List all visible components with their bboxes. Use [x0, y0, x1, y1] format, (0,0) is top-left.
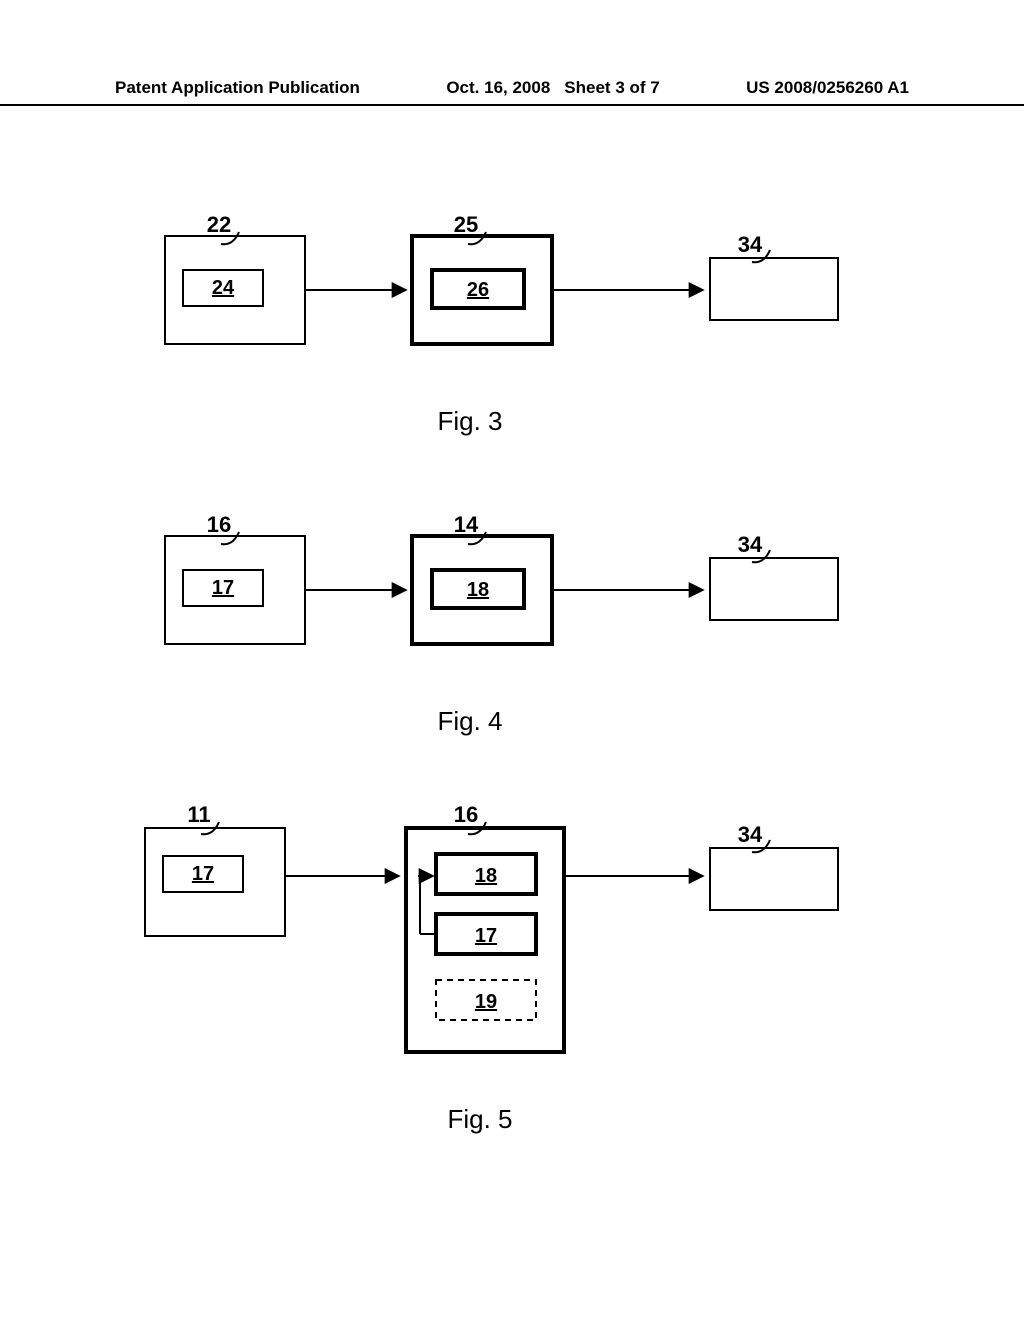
- fig5-inner-19-label: 19: [475, 991, 497, 1013]
- fig4-box-34: [710, 558, 838, 620]
- fig5-inner-18-label: 18: [475, 865, 497, 887]
- fig3-ref-22: 22: [207, 212, 231, 237]
- fig5-ref-11: 11: [187, 802, 210, 827]
- fig3-box-22: [165, 236, 305, 344]
- fig4-group: 16 17 14 18 34 Fig. 4: [165, 512, 838, 736]
- fig5-inner-17b-label: 17: [475, 925, 497, 947]
- fig4-inner-18-label: 18: [467, 579, 489, 601]
- fig3-inner-26-label: 26: [467, 279, 489, 301]
- fig5-ref-34: 34: [738, 822, 763, 847]
- fig3-inner-24-label: 24: [212, 277, 235, 299]
- fig5-box-11: [145, 828, 285, 936]
- fig5-ref-16: 16: [454, 802, 478, 827]
- fig4-box-16: [165, 536, 305, 644]
- fig4-inner-17-label: 17: [212, 577, 234, 599]
- fig3-ref-25: 25: [454, 212, 478, 237]
- fig3-ref-34: 34: [738, 232, 763, 257]
- fig5-box-34: [710, 848, 838, 910]
- fig5-group: 11 17 16 18 17 19: [145, 802, 838, 1134]
- fig3-caption: Fig. 3: [437, 406, 502, 436]
- fig4-ref-34: 34: [738, 532, 763, 557]
- fig3-group: 22 24 25 26 34 Fig. 3: [165, 212, 838, 436]
- fig4-ref-16: 16: [207, 512, 231, 537]
- diagram-canvas: 22 24 25 26 34 Fig. 3 16: [0, 0, 1024, 1320]
- fig3-box-34: [710, 258, 838, 320]
- fig4-ref-14: 14: [454, 512, 479, 537]
- fig4-caption: Fig. 4: [437, 706, 502, 736]
- fig5-caption: Fig. 5: [447, 1104, 512, 1134]
- fig5-inner-17-label: 17: [192, 863, 214, 885]
